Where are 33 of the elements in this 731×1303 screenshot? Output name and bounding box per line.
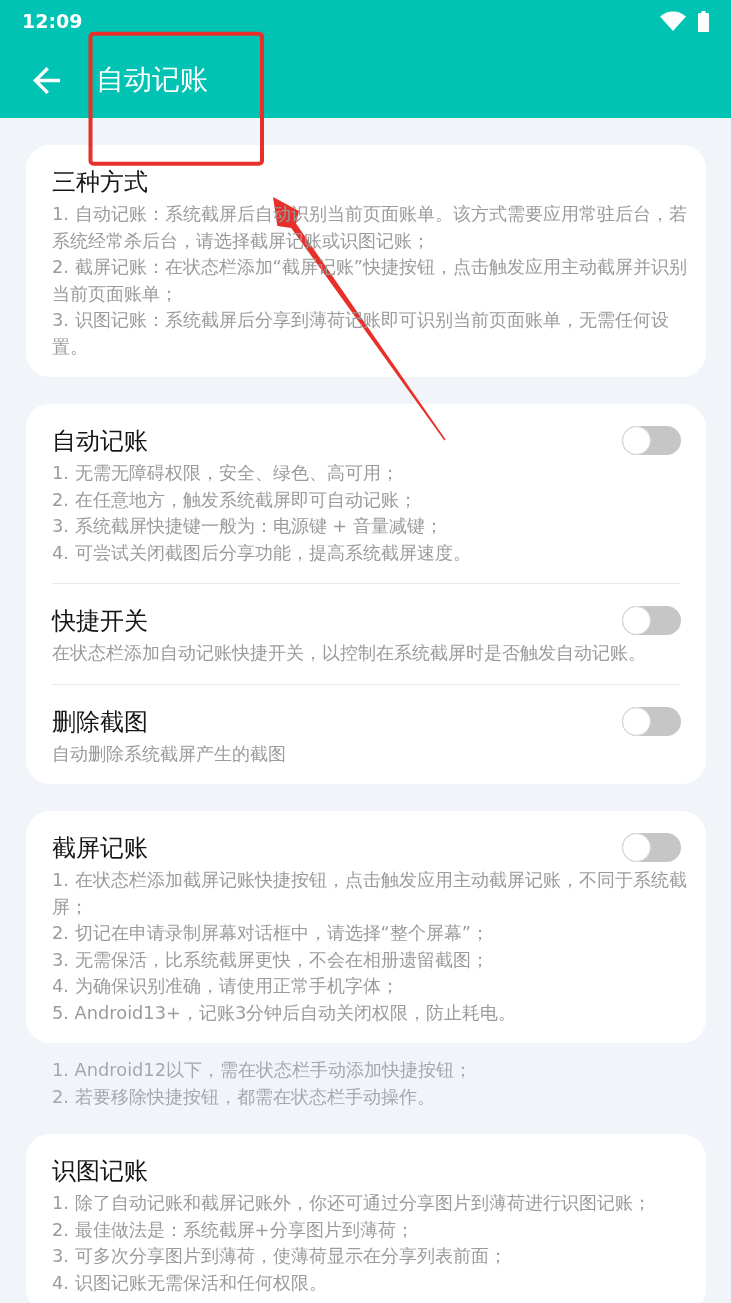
description-text: 3. 系统截屏快捷键一般为：电源键 + 音量减键； <box>52 514 443 538</box>
section-title: 截屏记账 <box>52 833 148 864</box>
description-text: 1. 除了自动记账和截屏记账外，你还可通过分享图片到薄荷进行识图记账； <box>52 1191 651 1215</box>
section-title: 自动记账 <box>52 426 148 457</box>
description-text: 1. 在状态栏添加截屏记账快捷按钮，点击触发应用主动截屏记账，不同于系统截屏； <box>52 868 688 919</box>
toggle-switch[interactable] <box>622 833 681 862</box>
description-text: 2. 切记在申请录制屏幕对话框中，请选择“整个屏幕”； <box>52 921 490 945</box>
description-text: 1. 无需无障碍权限，安全、绿色、高可用； <box>52 461 399 485</box>
toggle-switch[interactable] <box>622 606 681 635</box>
note-text: 2. 若要移除快捷按钮，都需在状态栏手动操作。 <box>52 1084 435 1109</box>
section-title: 快捷开关 <box>52 606 148 637</box>
screen-title: 自动记账 <box>96 62 208 98</box>
toggle-switch[interactable] <box>622 706 681 736</box>
description-text: 4. 可尝试关闭截图后分享功能，提高系统截屏速度。 <box>52 540 471 565</box>
wifi-icon <box>660 11 686 31</box>
section-title: 识图记账 <box>52 1156 148 1187</box>
back-button[interactable] <box>33 66 60 94</box>
arrow-left-icon <box>33 66 60 94</box>
section-title: 三种方式 <box>52 167 148 198</box>
description-text: 在状态栏添加自动记账快捷开关，以控制在系统截屏时是否触发自动记账。 <box>52 641 646 665</box>
description-text: 5. Android13+，记账3分钟后自动关闭权限，防止耗电。 <box>52 1000 517 1025</box>
description-text: 自动删除系统截屏产生的截图 <box>52 741 286 766</box>
description-text: 2. 在任意地方，触发系统截屏即可自动记账； <box>52 487 417 512</box>
status-time: 12:09 <box>22 9 83 33</box>
description-text: 3. 可多次分享图片到薄荷，使薄荷显示在分享列表前面； <box>52 1244 507 1268</box>
description-text: 4. 识图记账无需保活和任何权限。 <box>52 1270 327 1295</box>
description-text: 3. 无需保活，比系统截屏更快，不会在相册遗留截图； <box>52 947 489 972</box>
battery-icon <box>698 10 709 32</box>
description-text: 2. 最佳做法是：系统截屏+分享图片到薄荷； <box>52 1217 414 1242</box>
toggle-switch[interactable] <box>622 426 681 455</box>
note-text: 1. Android12以下，需在状态栏手动添加快捷按钮； <box>52 1058 472 1082</box>
section-title: 删除截图 <box>52 706 148 738</box>
description-text: 4. 为确保识别准确，请使用正常手机字体； <box>52 974 399 998</box>
